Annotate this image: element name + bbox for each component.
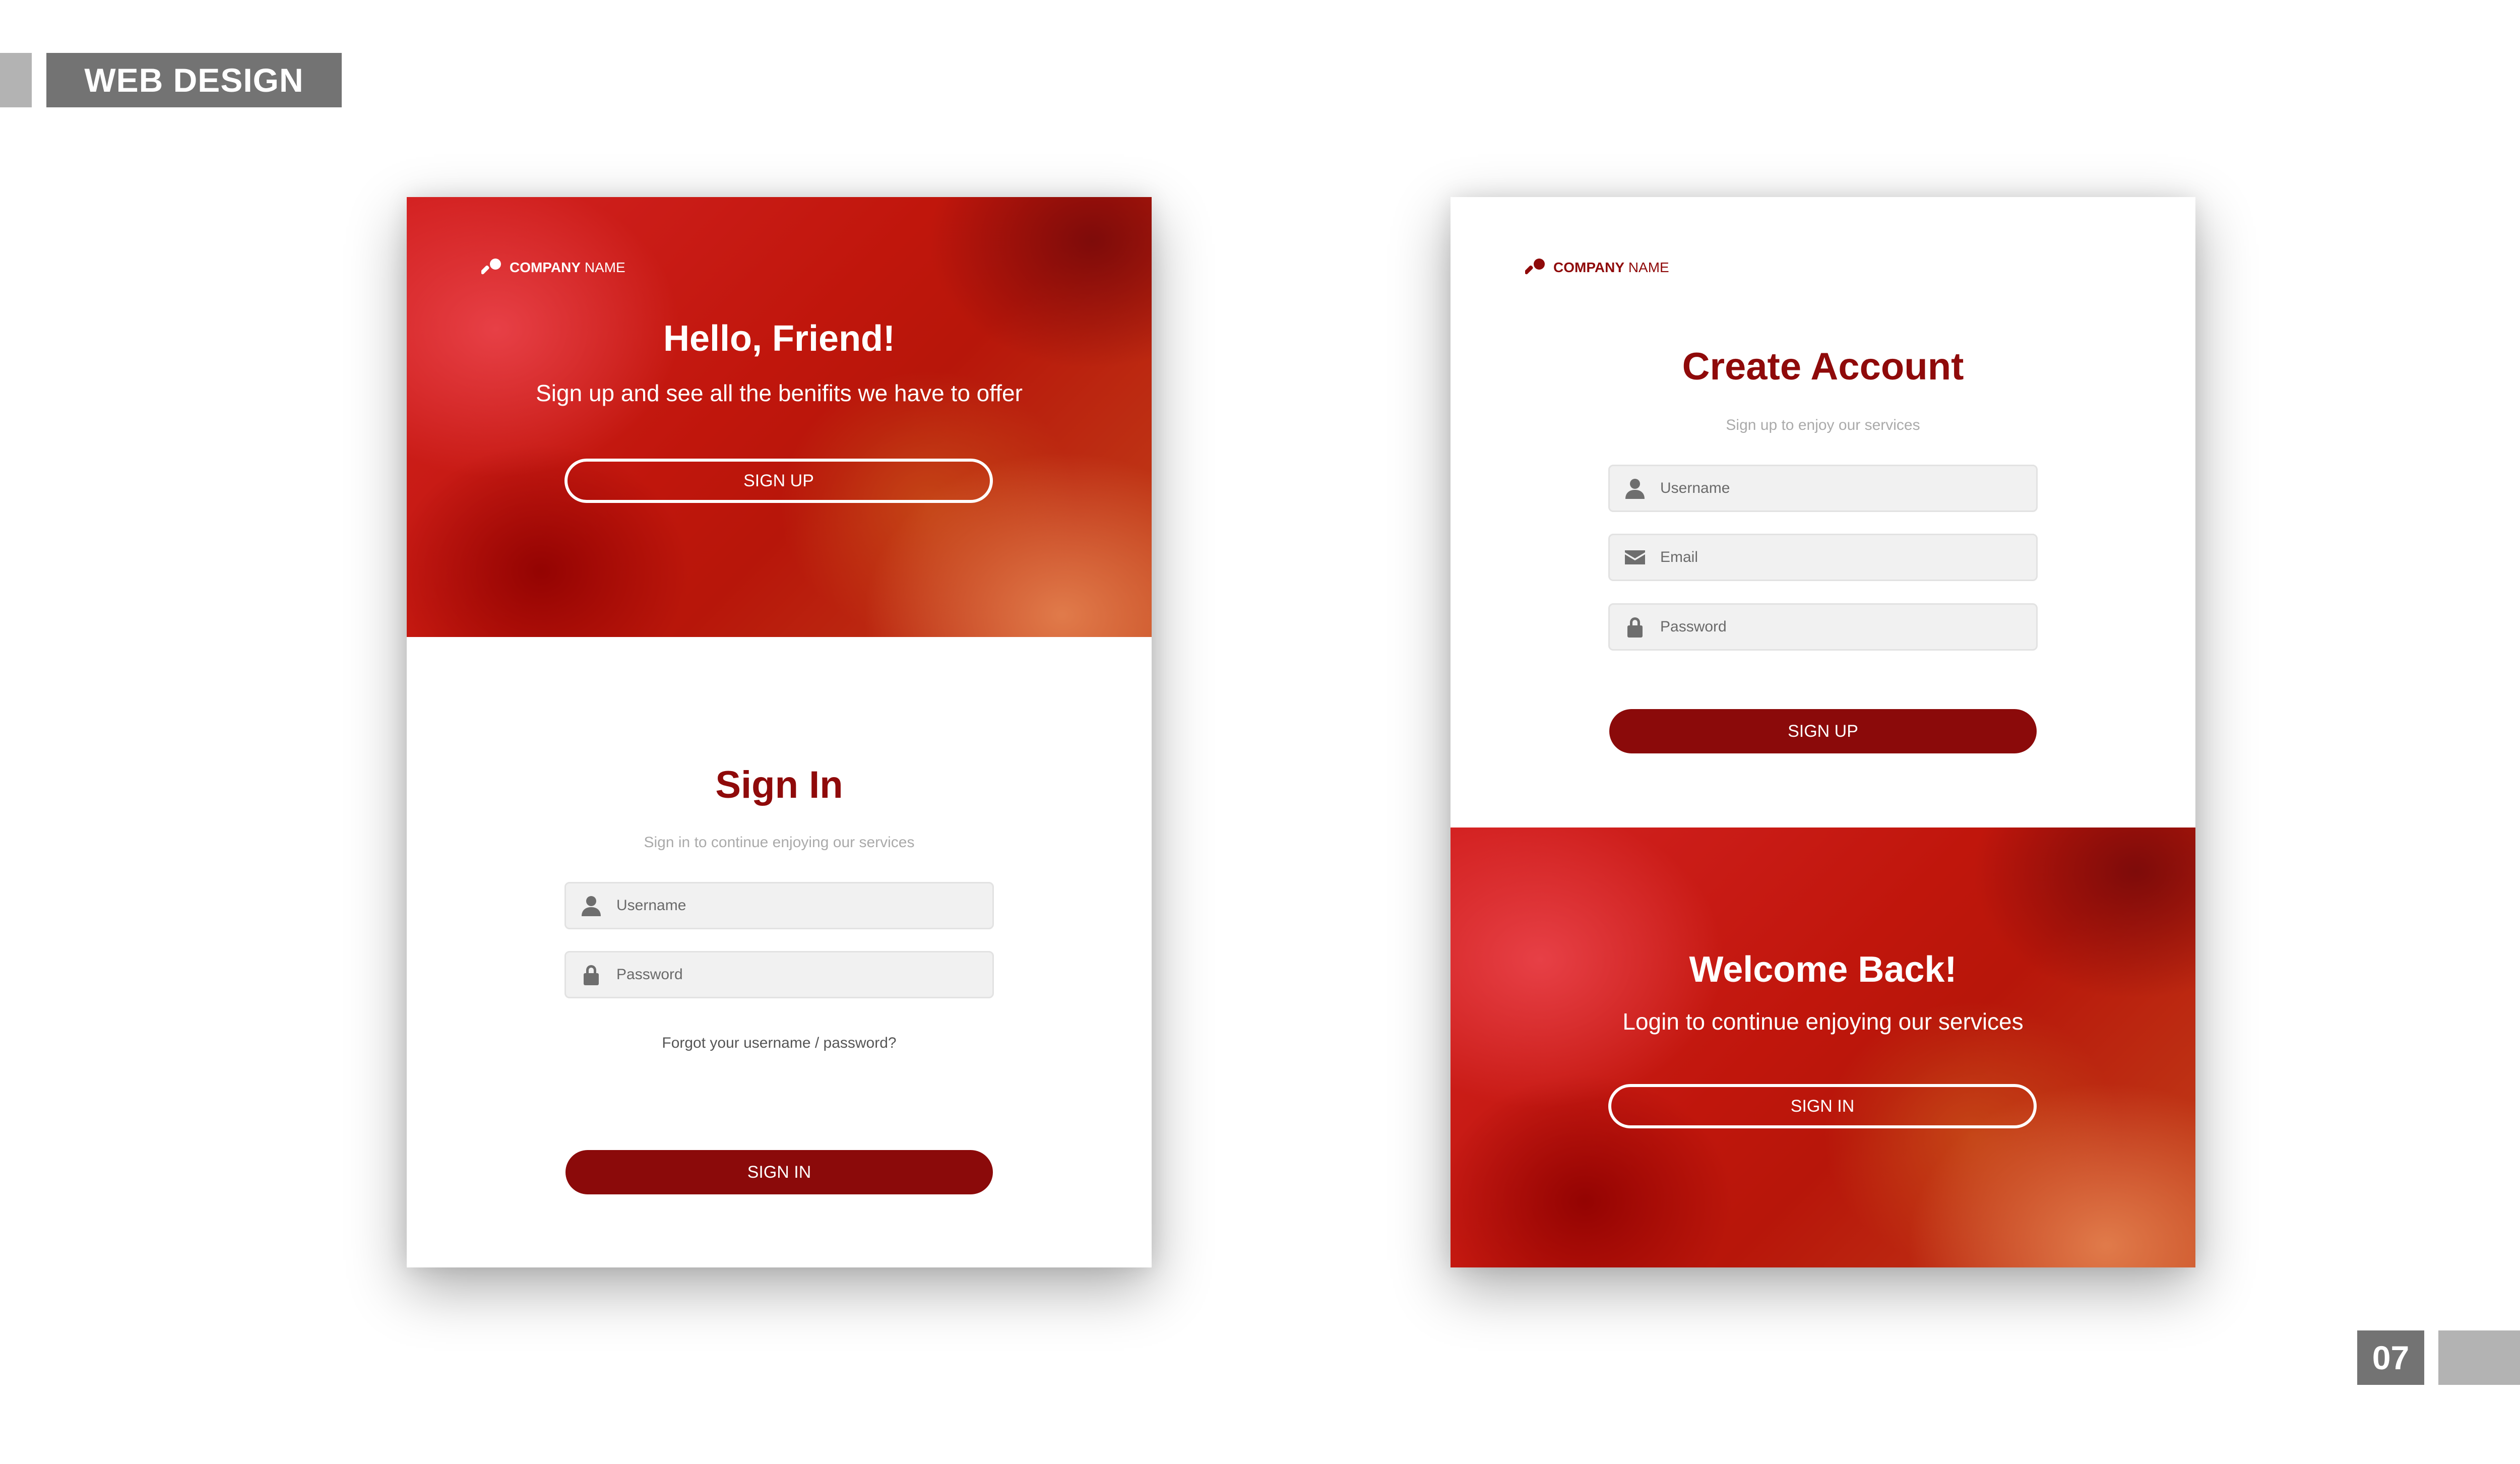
username-placeholder: Username <box>616 897 686 914</box>
hero-panel: Welcome Back! Login to continue enjoying… <box>1451 828 2195 1267</box>
username-field[interactable]: Username <box>1608 465 2038 512</box>
sign-in-button[interactable]: SIGN IN <box>1608 1084 2037 1128</box>
email-placeholder: Email <box>1660 549 1698 565</box>
user-icon <box>1610 477 1660 500</box>
key-icon <box>481 259 501 275</box>
sign-in-card: COMPANY NAME Hello, Friend! Sign up and … <box>407 197 1152 1267</box>
logo-text-strong: COMPANY <box>1553 260 1625 275</box>
lock-icon <box>1610 615 1660 639</box>
form-title: Sign In <box>715 763 843 806</box>
section-title: WEB DESIGN <box>46 53 342 107</box>
logo-text-light: NAME <box>1624 260 1669 275</box>
sign-up-button[interactable]: SIGN UP <box>1609 709 2037 753</box>
hero-panel: COMPANY NAME Hello, Friend! Sign up and … <box>407 197 1152 637</box>
hero-title: Welcome Back! <box>1689 949 1957 990</box>
forgot-password-link[interactable]: Forgot your username / password? <box>407 1035 1152 1052</box>
username-placeholder: Username <box>1660 480 1730 496</box>
page-number: 07 <box>2357 1330 2424 1385</box>
key-icon <box>1525 259 1545 275</box>
password-placeholder: Password <box>1660 618 1727 635</box>
form-subtitle: Sign up to enjoy our services <box>1726 417 1920 433</box>
footer-accent-bar <box>2438 1330 2520 1385</box>
user-icon <box>566 894 616 917</box>
form-title: Create Account <box>1682 345 1964 388</box>
hero-subtitle: Login to continue enjoying our services <box>1622 1008 2024 1035</box>
envelope-icon <box>1610 546 1660 569</box>
lock-icon <box>566 963 616 986</box>
password-field[interactable]: Password <box>1608 603 2038 651</box>
logo-text-light: NAME <box>581 260 625 275</box>
email-field[interactable]: Email <box>1608 534 2038 581</box>
form-subtitle: Sign in to continue enjoying our service… <box>644 834 915 851</box>
sign-up-button[interactable]: SIGN UP <box>564 459 993 503</box>
password-field[interactable]: Password <box>564 951 994 998</box>
logo-text-strong: COMPANY <box>510 260 581 275</box>
sign-in-button[interactable]: SIGN IN <box>565 1150 993 1194</box>
create-account-card: COMPANY NAME Create Account Sign up to e… <box>1451 197 2195 1267</box>
password-placeholder: Password <box>616 966 683 983</box>
company-logo: COMPANY NAME <box>481 258 625 278</box>
header-accent-bar <box>0 53 32 107</box>
hero-title: Hello, Friend! <box>663 319 896 359</box>
company-logo: COMPANY NAME <box>1525 258 1669 278</box>
username-field[interactable]: Username <box>564 882 994 929</box>
hero-subtitle: Sign up and see all the benifits we have… <box>536 380 1023 406</box>
